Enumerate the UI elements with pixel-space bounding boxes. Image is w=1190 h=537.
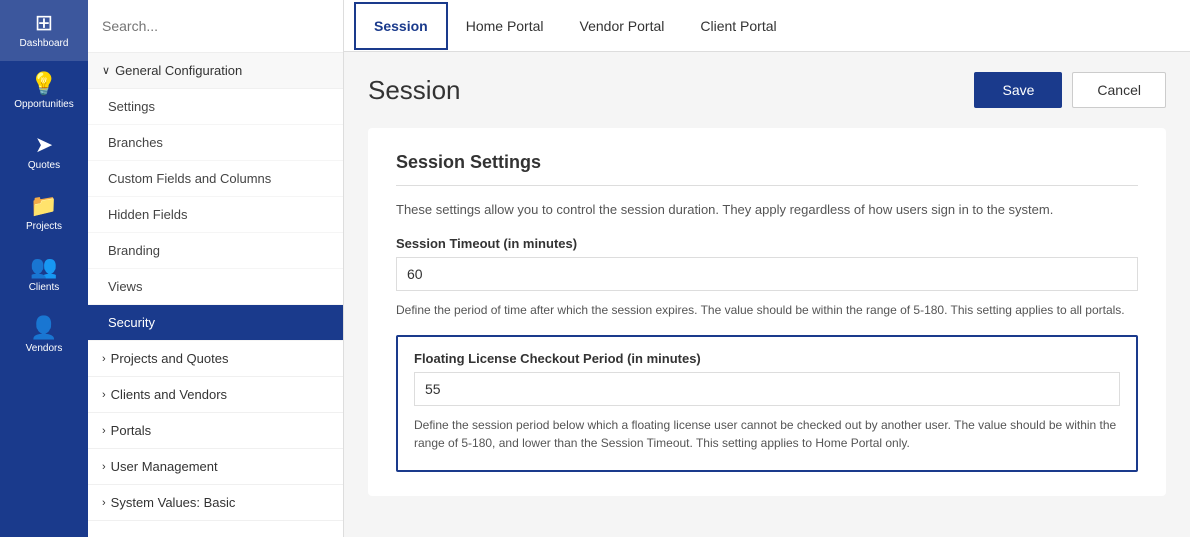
floating-input[interactable]	[414, 372, 1120, 406]
header-actions: Save Cancel	[974, 72, 1166, 108]
dashboard-icon: ⊞	[35, 12, 53, 34]
sidebar-item-quotes-label: Quotes	[28, 160, 60, 171]
menu-item-security[interactable]: Security	[88, 305, 343, 341]
clients-icon: 👥	[30, 256, 57, 278]
menu-group-system-values[interactable]: › System Values: Basic	[88, 485, 343, 521]
tab-home-portal[interactable]: Home Portal	[448, 4, 562, 48]
chevron-down-icon: ∨	[102, 64, 110, 77]
sidebar-item-clients[interactable]: 👥 Clients	[0, 244, 88, 305]
sidebar-item-quotes[interactable]: ➤ Quotes	[0, 122, 88, 183]
search-input[interactable]	[102, 18, 329, 34]
menu-group-general-config[interactable]: ∨ General Configuration	[88, 53, 343, 89]
floating-label: Floating License Checkout Period (in min…	[414, 351, 1120, 366]
menu-item-branches[interactable]: Branches	[88, 125, 343, 161]
sidebar-item-projects[interactable]: 📁 Projects	[0, 183, 88, 244]
menu-group-clients-vendors[interactable]: › Clients and Vendors	[88, 377, 343, 413]
timeout-input[interactable]	[396, 257, 1138, 291]
chevron-right-icon: ›	[102, 425, 106, 437]
sidebar-item-vendors-label: Vendors	[26, 343, 63, 354]
sidebar-item-opportunities-label: Opportunities	[14, 99, 73, 110]
tabs-bar: Session Home Portal Vendor Portal Client…	[344, 0, 1190, 52]
sidebar-item-opportunities[interactable]: 💡 Opportunities	[0, 61, 88, 122]
menu-item-branding[interactable]: Branding	[88, 233, 343, 269]
cancel-button[interactable]: Cancel	[1072, 72, 1166, 108]
tab-client-portal[interactable]: Client Portal	[682, 4, 794, 48]
timeout-description: Define the period of time after which th…	[396, 301, 1138, 319]
opportunities-icon: 💡	[30, 73, 57, 95]
vendors-icon: 👤	[30, 317, 57, 339]
menu-section: ∨ General Configuration Settings Branche…	[88, 53, 343, 537]
menu-item-custom-fields[interactable]: Custom Fields and Columns	[88, 161, 343, 197]
sidebar-item-dashboard-label: Dashboard	[20, 38, 69, 49]
card-divider	[396, 185, 1138, 186]
card-description: These settings allow you to control the …	[396, 200, 1138, 220]
page-header: Session Save Cancel	[368, 72, 1166, 108]
timeout-label: Session Timeout (in minutes)	[396, 236, 1138, 251]
menu-group-general-config-label: General Configuration	[115, 63, 242, 78]
projects-icon: 📁	[30, 195, 57, 217]
tab-vendor-portal[interactable]: Vendor Portal	[562, 4, 683, 48]
chevron-right-icon: ›	[102, 461, 106, 473]
floating-license-section: Floating License Checkout Period (in min…	[396, 335, 1138, 472]
tab-session[interactable]: Session	[354, 2, 448, 50]
search-bar[interactable]	[88, 0, 343, 53]
sidebar-item-vendors[interactable]: 👤 Vendors	[0, 305, 88, 366]
main-content: Session Home Portal Vendor Portal Client…	[344, 0, 1190, 537]
menu-group-user-management[interactable]: › User Management	[88, 449, 343, 485]
chevron-right-icon: ›	[102, 353, 106, 365]
timeout-field-group: Session Timeout (in minutes) Define the …	[396, 236, 1138, 319]
chevron-right-icon: ›	[102, 497, 106, 509]
menu-item-views[interactable]: Views	[88, 269, 343, 305]
floating-description: Define the session period below which a …	[414, 416, 1120, 452]
menu-item-hidden-fields[interactable]: Hidden Fields	[88, 197, 343, 233]
sidebar-item-projects-label: Projects	[26, 221, 62, 232]
sidebar-item-clients-label: Clients	[29, 282, 60, 293]
menu-item-settings[interactable]: Settings	[88, 89, 343, 125]
sidebar-nav: ⊞ Dashboard 💡 Opportunities ➤ Quotes 📁 P…	[0, 0, 88, 537]
quotes-icon: ➤	[35, 134, 53, 156]
save-button[interactable]: Save	[974, 72, 1062, 108]
left-panel: ∨ General Configuration Settings Branche…	[88, 0, 344, 537]
content-area: Session Save Cancel Session Settings The…	[344, 52, 1190, 537]
card-title: Session Settings	[396, 152, 1138, 173]
page-title: Session	[368, 75, 461, 106]
sidebar-item-dashboard[interactable]: ⊞ Dashboard	[0, 0, 88, 61]
settings-card: Session Settings These settings allow yo…	[368, 128, 1166, 496]
menu-group-projects-quotes[interactable]: › Projects and Quotes	[88, 341, 343, 377]
chevron-right-icon: ›	[102, 389, 106, 401]
menu-group-portals[interactable]: › Portals	[88, 413, 343, 449]
